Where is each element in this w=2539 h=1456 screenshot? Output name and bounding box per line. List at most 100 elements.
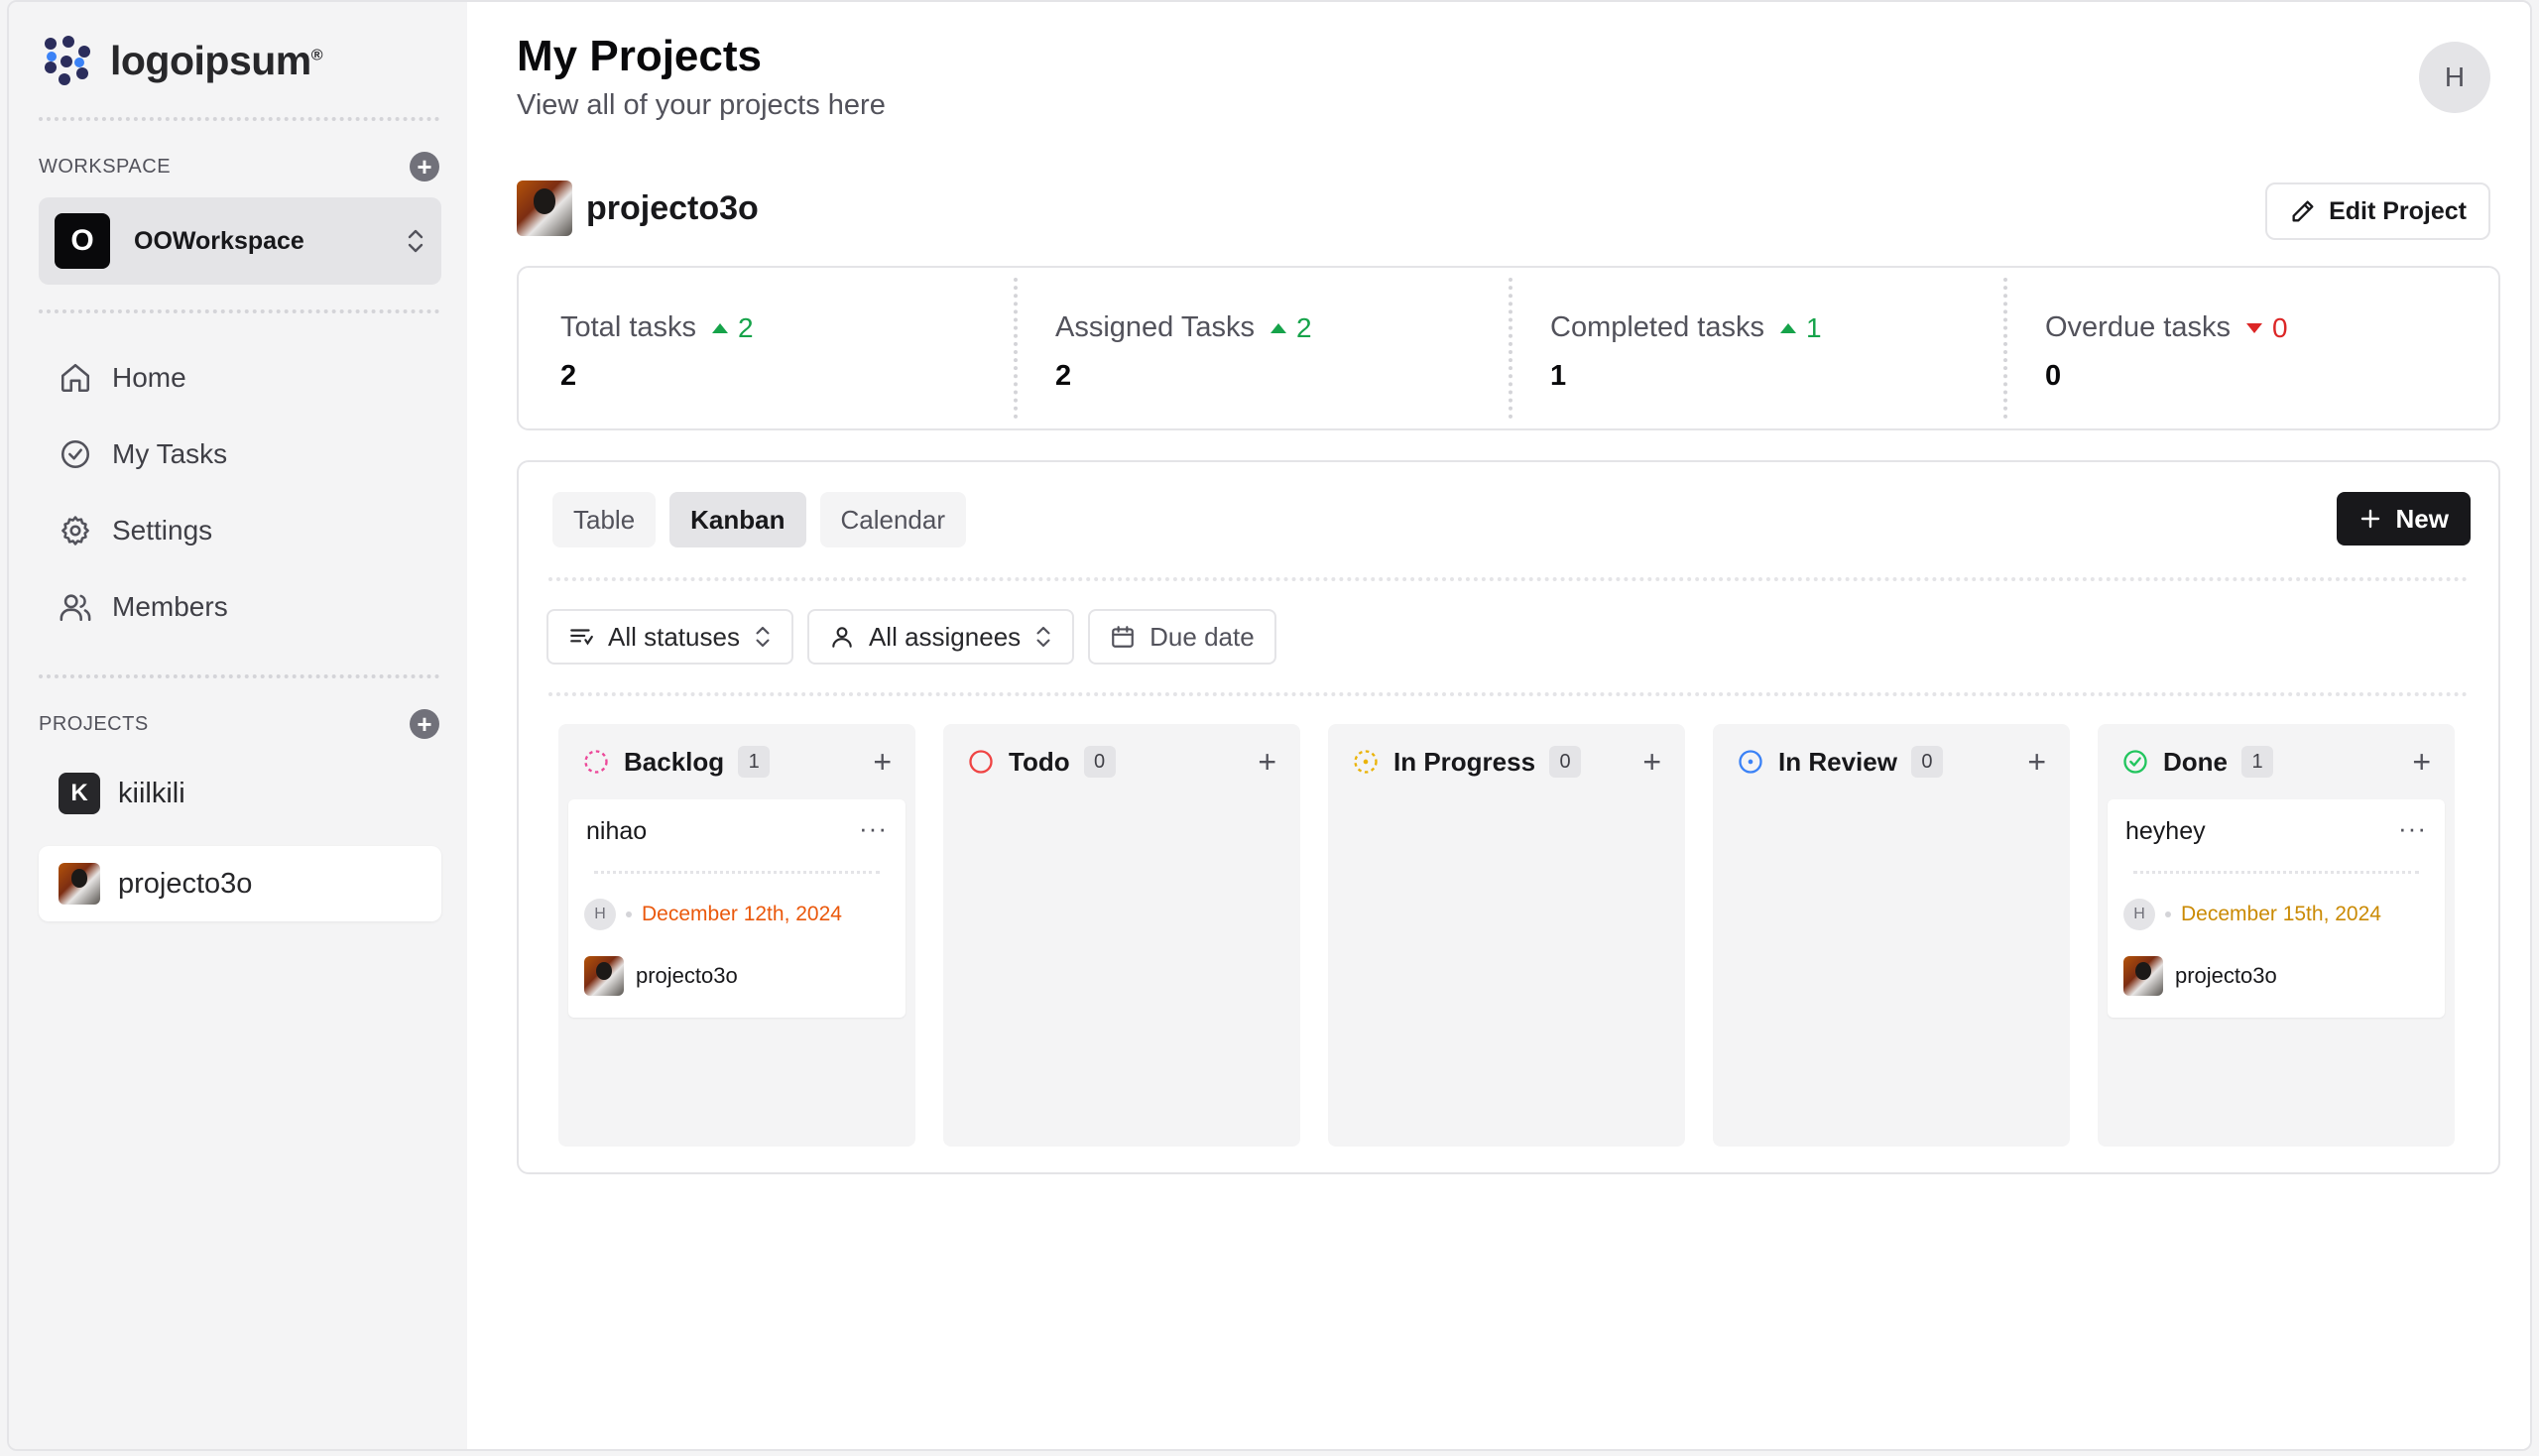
edit-project-button[interactable]: Edit Project <box>2265 182 2490 240</box>
nav-my-tasks[interactable]: My Tasks <box>59 437 227 471</box>
task-title: nihao <box>586 817 648 845</box>
circle-dot-icon <box>1739 750 1762 774</box>
project-title: projecto3o <box>586 188 759 227</box>
column-title: In Review <box>1778 746 1897 777</box>
more-icon[interactable]: ··· <box>2398 813 2427 844</box>
column-backlog: Backlog 1 + nihao ··· H December 12th, 2… <box>558 724 915 1147</box>
assignee-filter[interactable]: All assignees <box>806 609 1075 665</box>
board-panel: Table Kanban Calendar New All statuses A… <box>517 460 2500 1174</box>
tab-calendar[interactable]: Calendar <box>819 492 967 547</box>
add-task-button[interactable]: + <box>1642 746 1661 778</box>
triangle-down-icon <box>2245 322 2262 333</box>
sidebar-project-projecto3o[interactable]: projecto3o <box>39 846 441 921</box>
nav-my-tasks-label: My Tasks <box>112 438 228 469</box>
stat-value: 2 <box>560 360 577 392</box>
stat-total-tasks: Total tasks 2 2 <box>519 268 1014 428</box>
sidebar-project-kiilkili[interactable]: K kiilkili <box>39 756 441 831</box>
add-project-button[interactable]: + <box>410 709 439 739</box>
user-icon <box>832 627 852 648</box>
home-icon <box>60 363 90 393</box>
circle-dot-dashed-icon <box>1354 750 1378 774</box>
chevron-up-down-icon <box>1036 626 1050 648</box>
nav-settings-label: Settings <box>112 515 213 546</box>
nav-home[interactable]: Home <box>59 361 186 395</box>
triangle-up-icon <box>1270 322 1286 333</box>
tab-kanban[interactable]: Kanban <box>669 492 806 547</box>
more-icon[interactable]: ··· <box>859 813 888 844</box>
card-project-name: projecto3o <box>636 963 738 988</box>
stat-label: Assigned Tasks <box>1055 311 1255 343</box>
column-title: Todo <box>1009 746 1070 777</box>
chevron-up-down-icon <box>406 227 425 255</box>
assignee-avatar: H <box>2123 899 2155 930</box>
project-badge: K <box>59 773 100 814</box>
project-avatar <box>2123 956 2163 996</box>
nav-members-label: Members <box>112 591 228 622</box>
calendar-icon <box>1112 626 1134 648</box>
trend-up: 1 <box>1780 312 1822 344</box>
stat-label: Completed tasks <box>1550 311 1764 343</box>
circle-dashed-icon <box>584 750 608 774</box>
app-window: logoipsum® WORKSPACE + O OOWorkspace Hom… <box>7 0 2532 1451</box>
page-title: My Projects <box>517 32 762 80</box>
add-workspace-button[interactable]: + <box>410 152 439 182</box>
workspace-label: WORKSPACE <box>39 156 172 178</box>
filters-bar: All statuses All assignees Due date <box>546 609 1276 665</box>
column-count: 0 <box>1549 746 1582 778</box>
add-task-button[interactable]: + <box>2027 746 2046 778</box>
column-in-progress: In Progress 0 + <box>1328 724 1685 1147</box>
triangle-up-icon <box>1780 322 1796 333</box>
stat-value: 0 <box>2045 360 2062 392</box>
logo-icon <box>45 36 90 85</box>
project-name: kiilkili <box>118 777 185 809</box>
page-subtitle: View all of your projects here <box>517 89 886 121</box>
project-header: projecto3o <box>517 181 759 236</box>
main-content: My Projects View all of your projects he… <box>467 2 2530 1449</box>
workspace-badge: O <box>55 213 110 269</box>
divider <box>39 674 439 678</box>
column-done: Done 1 + heyhey ··· H December 15th, 202… <box>2098 724 2455 1147</box>
project-avatar <box>584 956 624 996</box>
card-project-name: projecto3o <box>2175 963 2277 988</box>
divider <box>594 871 880 874</box>
workspace-select[interactable]: O OOWorkspace <box>39 197 441 285</box>
stat-assigned-tasks: Assigned Tasks 2 2 <box>1014 268 1509 428</box>
add-task-button[interactable]: + <box>2412 746 2431 778</box>
projects-label: PROJECTS <box>39 713 149 735</box>
user-avatar[interactable]: H <box>2419 42 2490 113</box>
column-title: Done <box>2163 746 2228 777</box>
status-filter[interactable]: All statuses <box>546 609 793 665</box>
due-date-filter-label: Due date <box>1149 621 1255 652</box>
column-count: 0 <box>1910 746 1943 778</box>
project-name: projecto3o <box>118 867 253 900</box>
triangle-up-icon <box>712 322 728 333</box>
column-count: 1 <box>2241 746 2273 778</box>
assignee-avatar: H <box>584 899 616 930</box>
separator-dot <box>626 911 632 917</box>
column-count: 0 <box>1083 746 1116 778</box>
divider <box>39 117 439 121</box>
chevron-up-down-icon <box>756 626 770 648</box>
add-task-button[interactable]: + <box>873 746 892 778</box>
nav-home-label: Home <box>112 362 186 393</box>
stat-label: Overdue tasks <box>2045 311 2231 343</box>
divider <box>2133 871 2419 874</box>
task-card[interactable]: heyhey ··· H December 15th, 2024 project… <box>2108 799 2445 1018</box>
stat-value: 1 <box>1550 360 1567 392</box>
new-task-button[interactable]: New <box>2336 492 2471 546</box>
column-todo: Todo 0 + <box>943 724 1300 1147</box>
due-date-filter[interactable]: Due date <box>1088 609 1276 665</box>
logo[interactable]: logoipsum® <box>39 32 323 89</box>
task-card[interactable]: nihao ··· H December 12th, 2024 projecto… <box>568 799 906 1018</box>
nav-settings[interactable]: Settings <box>59 514 212 547</box>
add-task-button[interactable]: + <box>1258 746 1276 778</box>
sidebar: logoipsum® WORKSPACE + O OOWorkspace Hom… <box>9 2 467 1449</box>
nav-members[interactable]: Members <box>59 590 228 624</box>
stat-label: Total tasks <box>560 311 696 343</box>
project-avatar <box>517 181 572 236</box>
kanban-columns: Backlog 1 + nihao ··· H December 12th, 2… <box>558 724 2455 1147</box>
tab-table[interactable]: Table <box>552 492 657 547</box>
edit-project-label: Edit Project <box>2329 196 2467 225</box>
due-date: December 15th, 2024 <box>2181 903 2381 925</box>
trend-down: 0 <box>2245 312 2288 344</box>
